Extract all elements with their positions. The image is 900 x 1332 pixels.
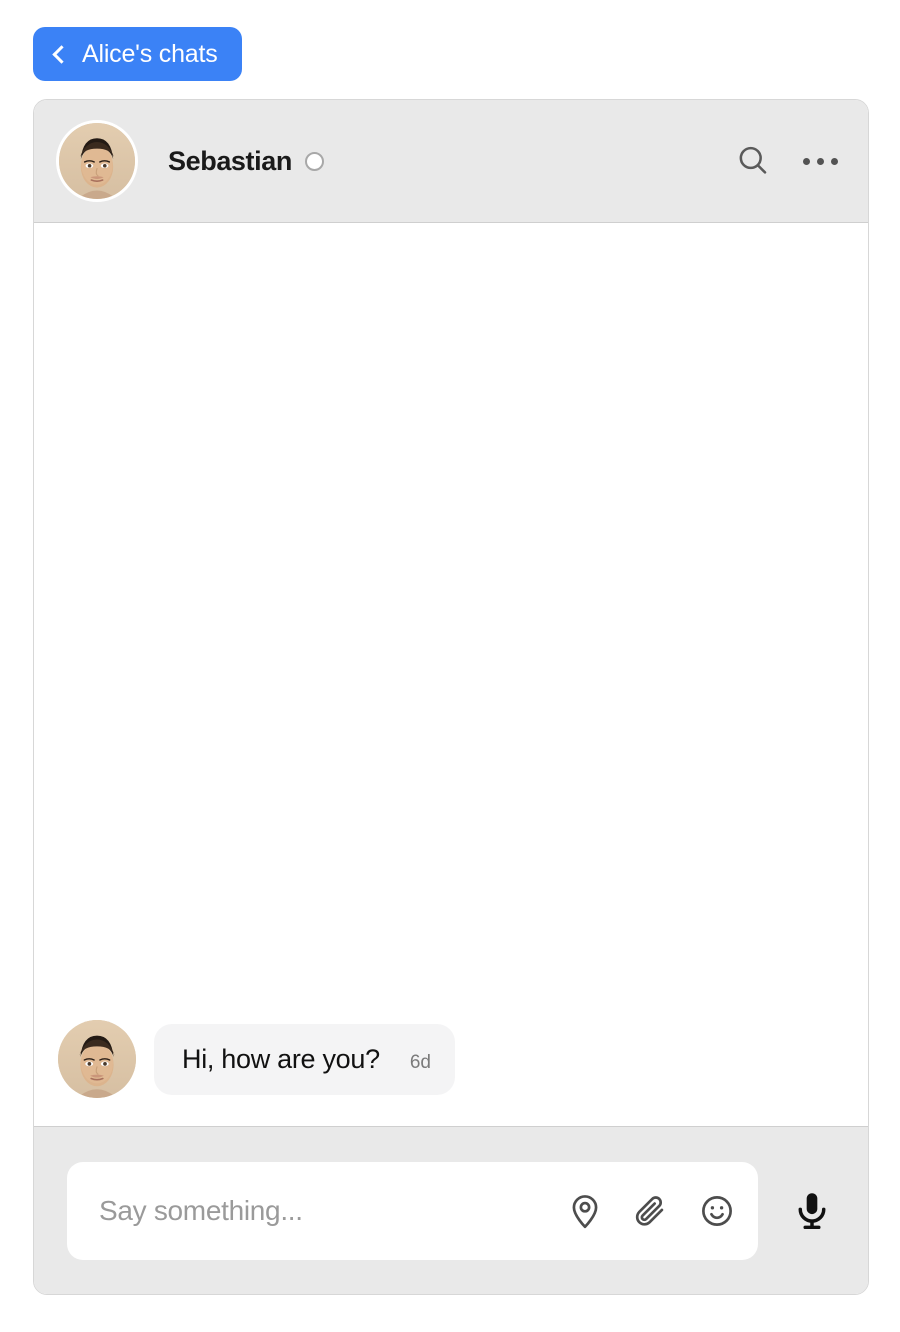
emoji-smiley-icon bbox=[702, 1195, 732, 1226]
composer-icon-group bbox=[566, 1192, 736, 1230]
search-icon bbox=[739, 146, 767, 174]
microphone-icon bbox=[798, 1192, 826, 1229]
more-options-icon bbox=[803, 157, 838, 165]
message-list: Hi, how are you? 6d bbox=[34, 223, 868, 1126]
back-button-label: Alice's chats bbox=[82, 39, 218, 68]
contact-name: Sebastian bbox=[168, 145, 292, 176]
paperclip-icon bbox=[635, 1195, 664, 1226]
attach-file-button[interactable] bbox=[632, 1192, 670, 1230]
chat-header: Sebastian bbox=[34, 100, 868, 223]
message-composer bbox=[34, 1126, 868, 1294]
header-actions bbox=[735, 143, 838, 179]
message-text: Hi, how are you? bbox=[182, 1043, 380, 1074]
chat-card: Sebastian Hi, how are you? 6d Say someth… bbox=[33, 99, 869, 1295]
avatar-portrait bbox=[59, 123, 135, 199]
back-to-chats-button[interactable]: Alice's chats bbox=[33, 27, 242, 81]
contact-title-group[interactable]: Sebastian bbox=[168, 146, 735, 177]
avatar-portrait bbox=[58, 1020, 136, 1098]
composer-input-shell[interactable] bbox=[67, 1161, 758, 1260]
send-location-button[interactable] bbox=[566, 1192, 604, 1230]
message-row: Hi, how are you? 6d bbox=[58, 1020, 844, 1098]
message-bubble[interactable]: Hi, how are you? 6d bbox=[154, 1023, 455, 1095]
presence-status-indicator bbox=[304, 151, 324, 171]
chat-screen: Alice's chats Sebastian Hi, how are you?… bbox=[0, 0, 900, 1332]
search-button[interactable] bbox=[735, 143, 771, 179]
message-timestamp: 6d bbox=[409, 1051, 431, 1073]
more-options-button[interactable] bbox=[803, 157, 838, 165]
message-sender-avatar[interactable] bbox=[58, 1020, 136, 1098]
message-input[interactable] bbox=[97, 1193, 554, 1228]
contact-avatar[interactable] bbox=[56, 120, 138, 202]
chevron-left-icon bbox=[52, 44, 71, 64]
emoji-picker-button[interactable] bbox=[698, 1192, 736, 1230]
voice-record-button[interactable] bbox=[790, 1189, 834, 1233]
location-pin-icon bbox=[572, 1194, 598, 1228]
